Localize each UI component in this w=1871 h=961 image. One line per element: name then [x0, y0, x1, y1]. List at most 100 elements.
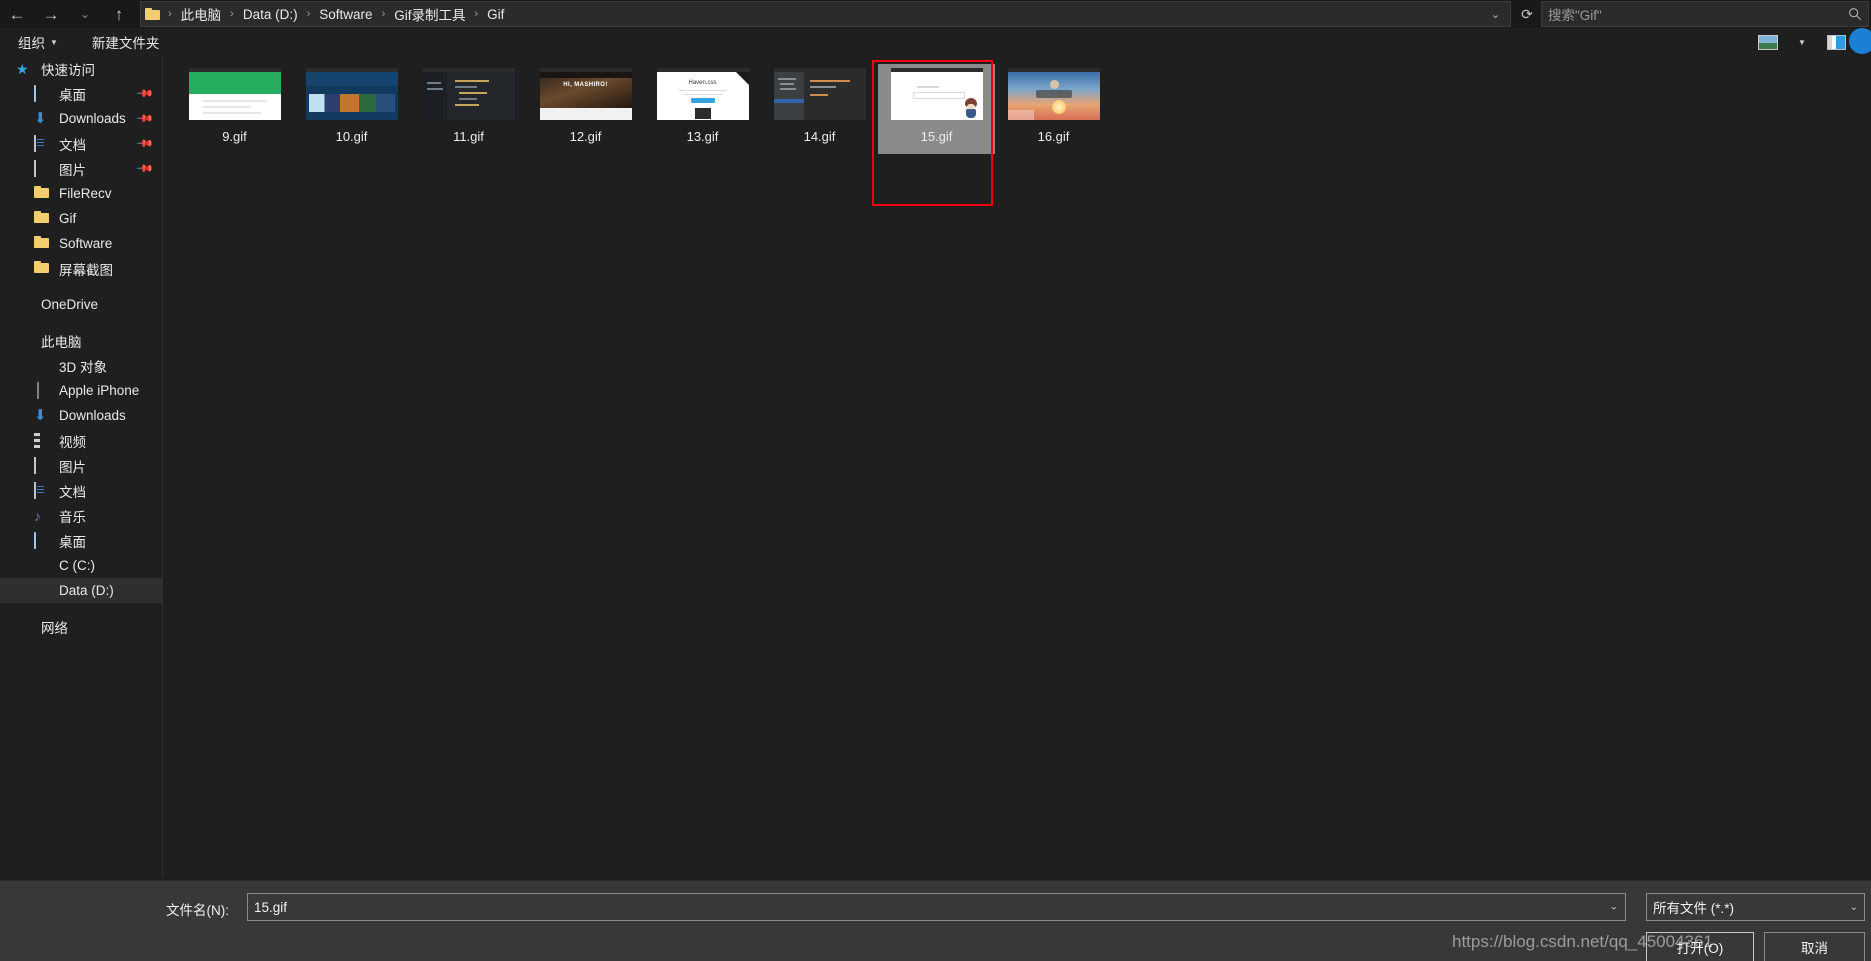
sidebar-group-label: 网络 [41, 620, 68, 636]
sidebar-group-label: OneDrive [41, 297, 99, 312]
up-button[interactable]: ↑ [102, 0, 136, 28]
download-icon: ⬇ [34, 109, 47, 127]
view-mode-button[interactable] [1751, 30, 1785, 54]
sidebar-item-downloads[interactable]: ⬇ Downloads 📌 [0, 106, 162, 131]
new-folder-button[interactable]: 新建文件夹 [84, 30, 168, 54]
sidebar-item-label: 视频 [59, 434, 86, 450]
sidebar-item-pictures-pc[interactable]: 图片 [0, 453, 162, 478]
navigation-pane[interactable]: ★ 快速访问 桌面 📌 ⬇ Downloads 📌 文档 📌 图片 📌 File… [0, 56, 163, 879]
sidebar-item-label: 图片 [59, 162, 86, 178]
sidebar-item-label: Apple iPhone [59, 383, 140, 398]
sidebar-group-this-pc[interactable]: 此电脑 [0, 328, 162, 353]
file-list-pane[interactable]: 9.gif 10.gif 11.gif HI, MASHIRO! 12.gif … [164, 56, 1871, 879]
sidebar-item-label: Gif [59, 211, 77, 226]
back-button[interactable]: ← [0, 0, 34, 28]
file-item-15[interactable]: 15.gif [878, 64, 995, 154]
sidebar-item-network[interactable]: 网络 [0, 614, 162, 639]
search-icon [1849, 8, 1862, 21]
file-name: 14.gif [803, 129, 836, 144]
file-item-14[interactable]: 14.gif [761, 64, 878, 154]
file-name: 13.gif [686, 129, 719, 144]
picture-view-icon [1758, 34, 1778, 50]
address-bar: ← → ⌄ ↑ › 此电脑 › Data (D:) › Software › G… [0, 0, 1871, 28]
sidebar-item-documents-pc[interactable]: 文档 [0, 478, 162, 503]
breadcrumb-item-3[interactable]: Gif录制工具 [390, 4, 469, 24]
sidebar-group-label: 此电脑 [41, 334, 82, 350]
breadcrumb-separator: › [474, 8, 479, 20]
sidebar-item-3d-objects[interactable]: 3D 对象 [0, 353, 162, 378]
file-item-10[interactable]: 10.gif [293, 64, 410, 154]
file-name: 10.gif [335, 129, 368, 144]
breadcrumb-item-1[interactable]: Data (D:) [239, 7, 302, 22]
file-item-16[interactable]: 16.gif [995, 64, 1112, 154]
file-thumbnail [773, 68, 866, 120]
file-item-11[interactable]: 11.gif [410, 64, 527, 154]
breadcrumb-item-4[interactable]: Gif [483, 7, 508, 22]
pin-icon: 📌 [135, 84, 154, 103]
sidebar-item-software[interactable]: Software [0, 231, 162, 256]
file-item-13[interactable]: Haven.css 13.gif [644, 64, 761, 154]
sidebar-item-label: 文档 [59, 137, 86, 153]
video-icon [34, 432, 40, 448]
sidebar-item-music[interactable]: ♪ 音乐 [0, 503, 162, 528]
file-item-9[interactable]: 9.gif [176, 64, 293, 154]
organize-button[interactable]: 组织 ▼ [10, 30, 66, 54]
sidebar-item-label: 桌面 [59, 534, 86, 550]
filetype-select[interactable]: 所有文件 (*.*) ⌄ [1646, 893, 1865, 921]
sidebar-item-screenshots[interactable]: 屏幕截图 [0, 256, 162, 281]
download-icon: ⬇ [34, 406, 47, 424]
file-thumbnail [422, 68, 515, 120]
preview-pane-button[interactable] [1819, 30, 1853, 54]
search-input[interactable]: 搜索"Gif" [1541, 1, 1869, 27]
file-thumbnail: Haven.css [656, 68, 749, 120]
recent-locations-button[interactable]: ⌄ [68, 0, 102, 28]
sidebar-item-desktop[interactable]: 桌面 📌 [0, 81, 162, 106]
file-item-12[interactable]: HI, MASHIRO! 12.gif [527, 64, 644, 154]
new-folder-label: 新建文件夹 [91, 36, 160, 51]
sidebar-group-quick-access[interactable]: ★ 快速访问 [0, 56, 162, 81]
file-name: 16.gif [1037, 129, 1070, 144]
filename-label: 文件名(N): [166, 903, 229, 918]
document-icon [34, 134, 36, 152]
organize-label: 组织 [18, 36, 45, 51]
cancel-button[interactable]: 取消 [1764, 932, 1865, 961]
sidebar-item-videos[interactable]: 视频 [0, 428, 162, 453]
sidebar-item-drive-d[interactable]: Data (D:) [0, 578, 162, 603]
desktop-icon [34, 84, 36, 102]
sidebar-item-gif[interactable]: Gif [0, 206, 162, 231]
breadcrumb-item-2[interactable]: Software [315, 7, 376, 22]
preview-pane-icon [1826, 34, 1846, 50]
sidebar-item-filerecv[interactable]: FileRecv [0, 181, 162, 206]
breadcrumb[interactable]: › 此电脑 › Data (D:) › Software › Gif录制工具 ›… [140, 1, 1511, 27]
picture-icon [34, 159, 36, 177]
sidebar-item-onedrive[interactable]: OneDrive [0, 292, 162, 317]
help-circle-icon[interactable] [1849, 28, 1871, 54]
view-mode-dropdown[interactable]: ▼ [1785, 30, 1819, 54]
sidebar-item-documents[interactable]: 文档 📌 [0, 131, 162, 156]
filename-value: 15.gif [254, 899, 288, 915]
dialog-footer: 文件名(N): 15.gif ⌄ 所有文件 (*.*) ⌄ 打开(O) 取消 [0, 880, 1871, 961]
breadcrumb-item-0[interactable]: 此电脑 [177, 4, 226, 24]
sidebar-item-pictures[interactable]: 图片 📌 [0, 156, 162, 181]
sidebar-item-label: 文档 [59, 484, 86, 500]
filetype-value: 所有文件 (*.*) [1653, 901, 1734, 916]
open-button[interactable]: 打开(O) [1646, 932, 1754, 961]
pin-icon: 📌 [135, 159, 154, 178]
sidebar-item-drive-c[interactable]: C (C:) [0, 553, 162, 578]
sidebar-item-desktop-pc[interactable]: 桌面 [0, 528, 162, 553]
filename-input[interactable]: 15.gif ⌄ [247, 893, 1626, 921]
sidebar-item-apple-iphone[interactable]: Apple iPhone [0, 378, 162, 403]
sidebar-item-downloads-pc[interactable]: ⬇ Downloads [0, 403, 162, 428]
file-name: 12.gif [569, 129, 602, 144]
refresh-icon[interactable]: ⟳ [1513, 1, 1541, 27]
chevron-down-icon[interactable]: ⌄ [1481, 8, 1510, 21]
star-pin-icon: ★ [16, 60, 29, 77]
file-name: 11.gif [453, 129, 484, 144]
chevron-down-icon: ⌄ [1849, 901, 1858, 913]
music-icon: ♪ [34, 507, 41, 524]
sidebar-group-label: 快速访问 [41, 62, 95, 78]
forward-button[interactable]: → [34, 0, 68, 28]
sidebar-item-label: FileRecv [59, 186, 112, 201]
chevron-down-icon: ▼ [50, 37, 58, 47]
chevron-down-icon[interactable]: ⌄ [1610, 902, 1618, 913]
